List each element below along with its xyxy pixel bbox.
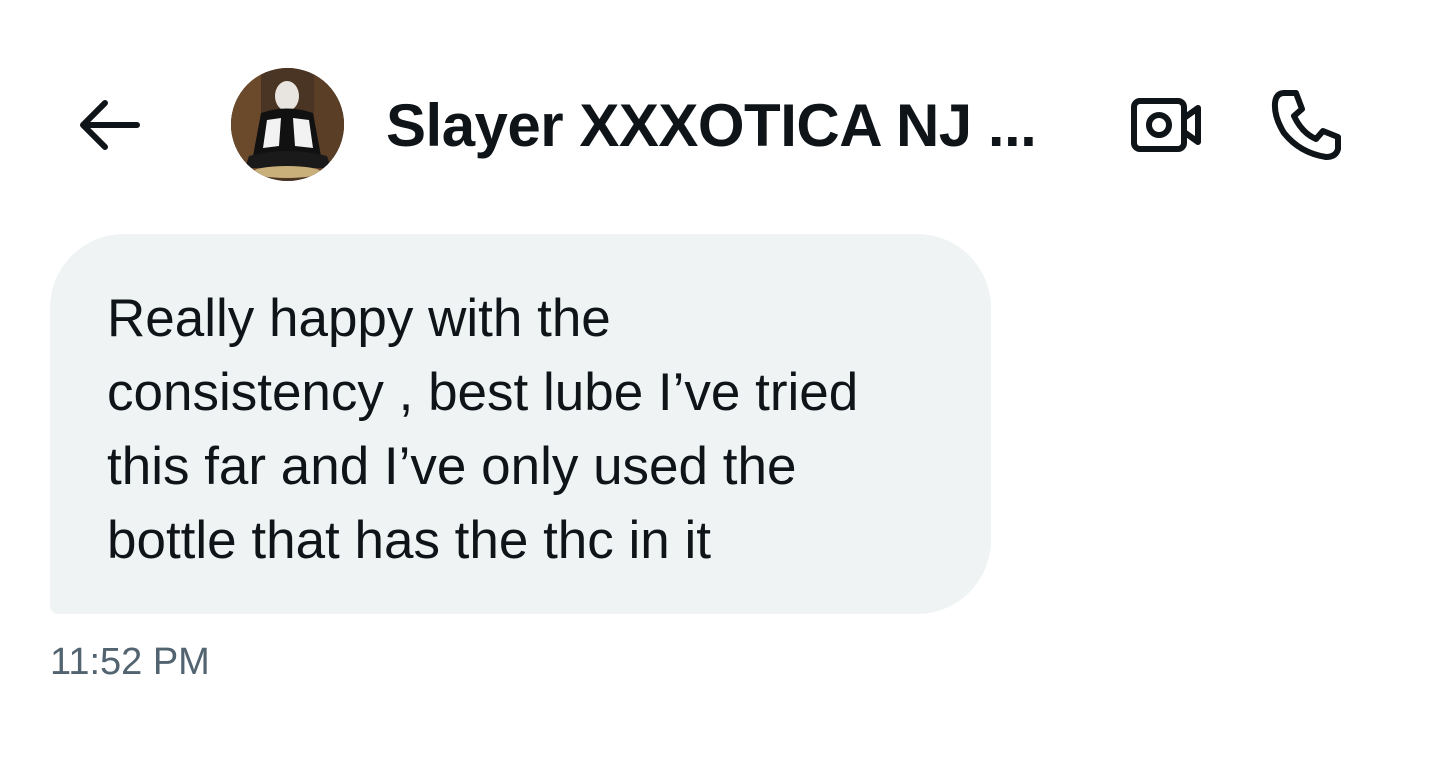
- message-bubble[interactable]: Really happy with the consistency , best…: [50, 234, 991, 614]
- avatar[interactable]: [231, 68, 344, 181]
- arrow-left-icon: [80, 100, 140, 150]
- video-camera-icon: [1131, 98, 1201, 152]
- conversation-header: Slayer XXXOTICA NJ ...: [0, 60, 1434, 190]
- message-text: Really happy with the consistency , best…: [107, 289, 859, 570]
- voice-call-button[interactable]: [1262, 82, 1352, 166]
- phone-icon: [1271, 90, 1341, 160]
- avatar-image: [231, 68, 344, 181]
- video-call-button[interactable]: [1124, 88, 1210, 162]
- message-timestamp: 11:52 PM: [50, 641, 210, 683]
- contact-name[interactable]: Slayer XXXOTICA NJ ...: [386, 86, 1086, 166]
- back-button[interactable]: [66, 90, 150, 160]
